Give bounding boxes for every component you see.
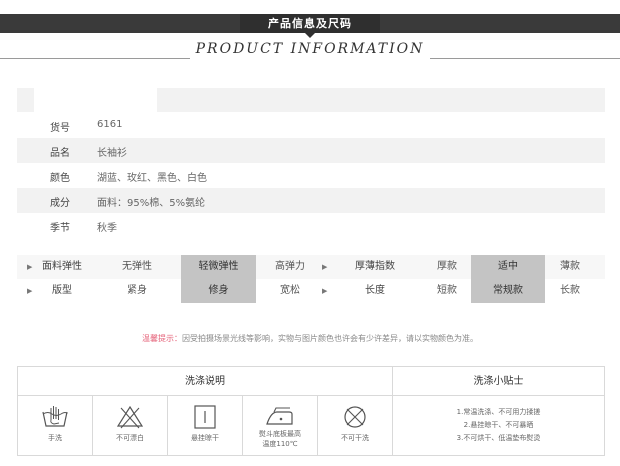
length-label: 长度 [365,285,385,296]
care-instructions-title: 洗涤说明 [18,367,393,396]
fit-option-tight: 紧身 [127,285,147,296]
info-row-season: 季节 秋季 [17,213,605,238]
info-row-sku: 货号 6161 [17,113,605,138]
info-row-name: 品名 长袖衫 [17,138,605,163]
info-label: 颜色 [50,173,70,184]
subtitle-line-right [430,58,620,59]
color-notice: 温馨提示：因受拍摄场景光线等影响，实物与图片颜色也许会有少许差异，请以实物颜色为… [0,333,620,344]
elasticity-option-high: 高弹力 [275,261,305,272]
fit-option-loose: 宽松 [280,285,300,296]
length-option-long: 长款 [560,285,580,296]
care-tips-title: 洗涤小贴士 [393,367,604,396]
thickness-label: 厚薄指数 [355,261,395,272]
care-caption: 不可干洗 [341,434,369,442]
care-item-hang-dry: 悬挂晾干 [168,396,243,455]
subtitle-line-left [0,58,190,59]
thickness-option-thick: 厚款 [437,261,457,272]
no-dry-clean-icon [344,406,366,428]
info-value: 长袖衫 [97,148,127,159]
care-caption: 温度110℃ [262,440,298,448]
care-tip: 3.不可烘干、低温垫布熨烫 [456,434,541,442]
header-banner: 产品信息及尺码 [0,14,620,38]
care-tip: 2.悬挂晾干、不可暴晒 [463,421,534,429]
elasticity-label: 面料弹性 [42,261,82,272]
photo-placeholder-right [157,88,605,112]
info-label: 货号 [50,123,70,134]
hand-wash-icon [42,406,68,427]
care-tip: 1.常温洗涤、不可用力揉搓 [456,408,541,416]
info-value: 秋季 [97,223,117,234]
triangle-right-icon: ▶ [27,287,33,295]
length-option-regular: 常规款 [471,279,545,303]
info-row-color: 颜色 湖蓝、玫红、黑色、白色 [17,163,605,188]
header-subtitle: PRODUCT INFORMATION [195,41,425,57]
thickness-option-medium: 适中 [471,255,545,279]
header-title: 产品信息及尺码 [240,14,380,33]
no-bleach-icon [116,405,144,429]
fit-option-slim: 修身 [181,279,256,303]
info-value: 湖蓝、玫红、黑色、白色 [97,173,207,184]
triangle-right-icon: ▶ [322,287,328,295]
care-caption: 悬挂晾干 [191,434,219,442]
length-option-short: 短款 [437,285,457,296]
care-item-hand-wash: 手洗 [18,396,93,455]
property-row-2: ▶ 版型 紧身 修身 宽松 ▶ 长度 短款 常规款 长款 [17,279,605,303]
header-pointer [305,33,315,38]
notice-text: 因受拍摄场景光线等影响，实物与图片颜色也许会有少许差异，请以实物颜色为准。 [182,334,478,343]
info-row-material: 成分 面料：95%棉、5%氨纶 [17,188,605,213]
elasticity-option-slight: 轻微弹性 [181,255,256,279]
info-label: 季节 [50,223,70,234]
elasticity-option-none: 无弹性 [122,261,152,272]
photo-placeholder-left [17,88,34,112]
fit-label: 版型 [52,285,72,296]
iron-icon [266,407,293,425]
info-value: 6161 [97,119,123,130]
care-caption: 熨斗底板最高 [259,430,301,438]
triangle-right-icon: ▶ [27,263,33,271]
care-tips: 1.常温洗涤、不可用力揉搓 2.悬挂晾干、不可暴晒 3.不可烘干、低温垫布熨烫 [393,396,604,455]
triangle-right-icon: ▶ [322,263,328,271]
thickness-option-thin: 薄款 [560,261,580,272]
info-label: 品名 [50,148,70,159]
care-item-iron: 熨斗底板最高 温度110℃ [243,396,318,455]
notice-prefix: 温馨提示： [142,334,182,343]
care-caption: 手洗 [48,434,62,442]
hang-dry-icon [194,405,216,429]
care-item-no-dry-clean: 不可干洗 [318,396,393,455]
info-label: 成分 [50,198,70,209]
care-item-no-bleach: 不可漂白 [93,396,168,455]
info-value: 面料：95%棉、5%氨纶 [97,198,206,209]
property-row-1: ▶ 面料弹性 无弹性 轻微弹性 高弹力 ▶ 厚薄指数 厚款 适中 薄款 [17,255,605,279]
care-caption: 不可漂白 [116,434,144,442]
care-table: 洗涤说明 洗涤小贴士 手洗 不可漂白 悬挂晾干 熨斗底板最高 温度110℃ 不可… [17,366,605,456]
